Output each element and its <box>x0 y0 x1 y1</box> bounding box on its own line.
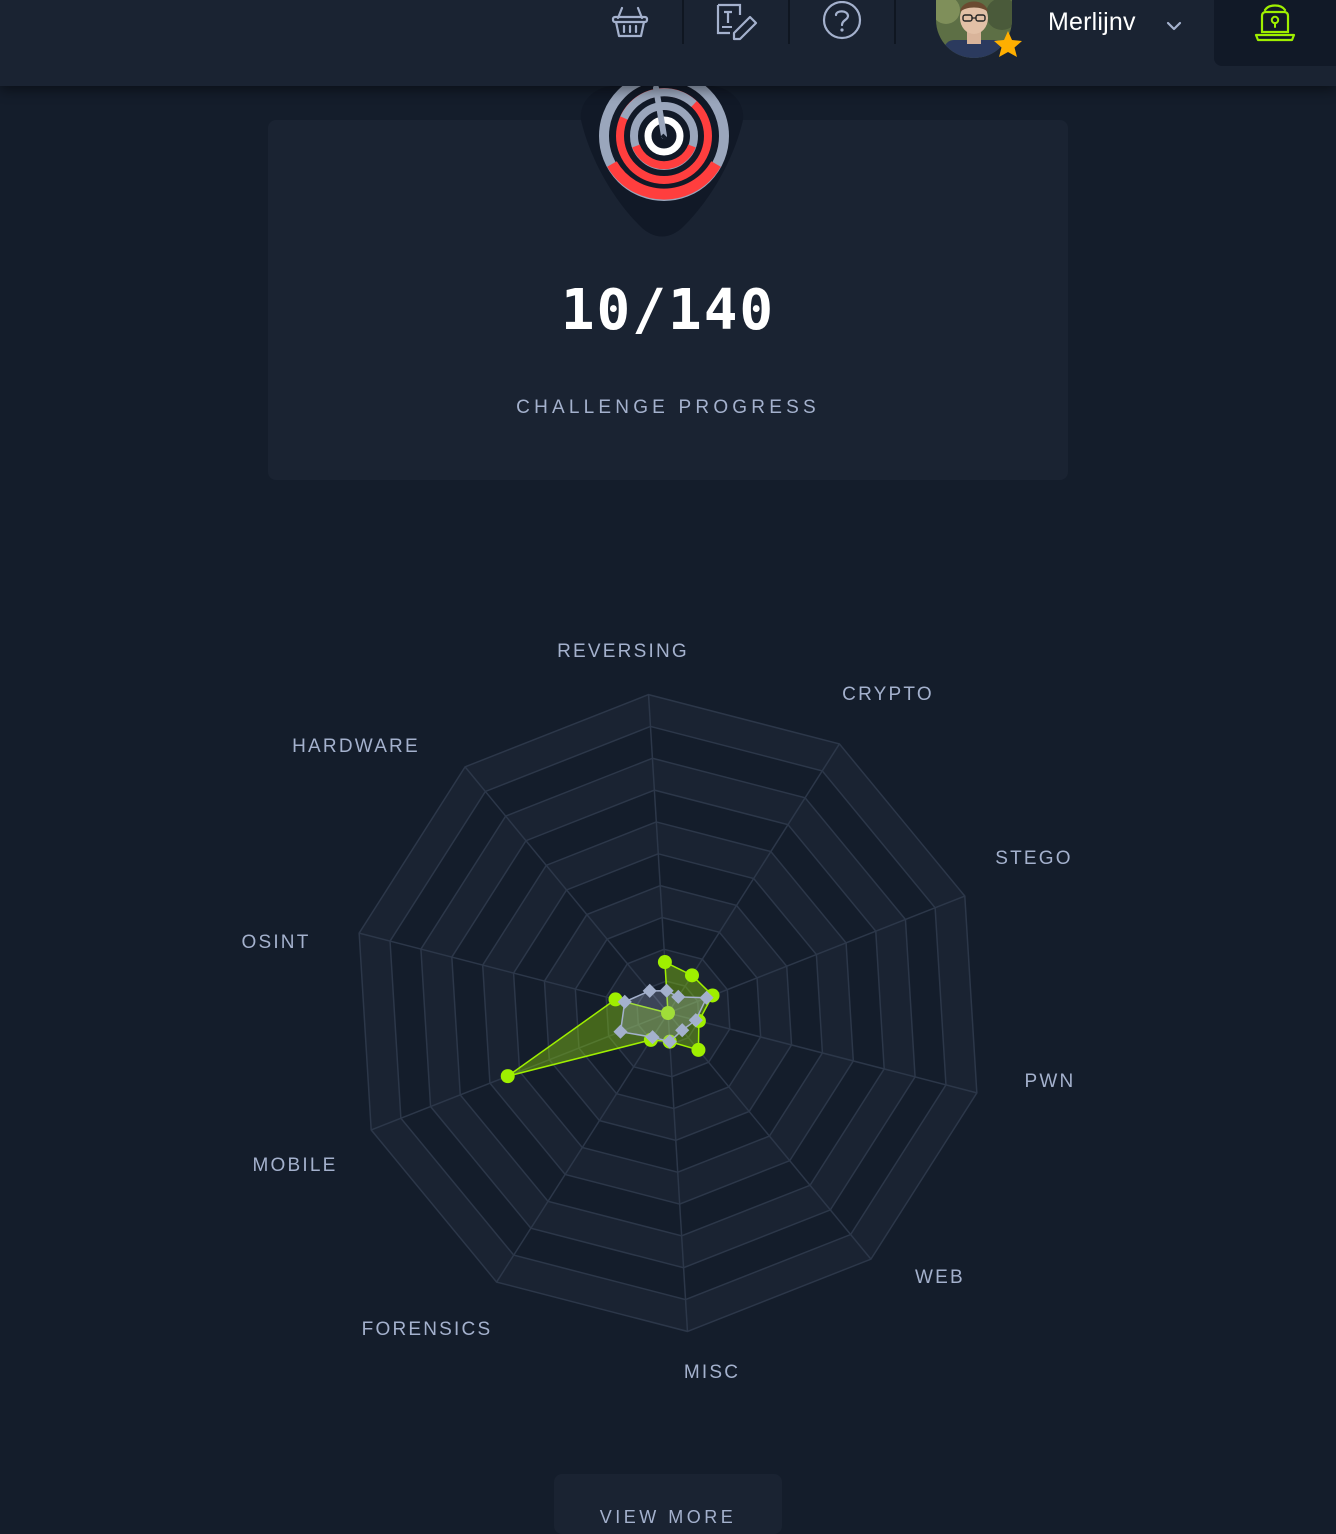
challenge-progress-value: 10/140 <box>560 278 776 343</box>
chevron-down-icon[interactable] <box>1164 18 1184 34</box>
radar-point <box>657 955 672 970</box>
view-more-button[interactable]: VIEW MORE <box>554 1474 782 1534</box>
nav-divider <box>894 0 896 44</box>
radar-axis-label: FORENSICS <box>362 1319 493 1340</box>
challenges-target-icon <box>580 86 744 237</box>
radar-axis-label: MOBILE <box>253 1155 338 1176</box>
category-radar-chart: REVERSING CRYPTO STEGO PWN WEB MISC FORENSICS M… <box>241 641 1076 1383</box>
vpn-connection-button[interactable] <box>1214 0 1336 66</box>
radar-point <box>691 1042 706 1057</box>
writeup-edit-icon[interactable] <box>700 0 772 44</box>
radar-axis-label: HARDWARE <box>292 736 420 757</box>
radar-axis-label: STEGO <box>995 848 1073 869</box>
radar-axis-label: WEB <box>915 1267 965 1288</box>
radar-axis-label: OSINT <box>241 932 310 953</box>
radar-axis-label: REVERSING <box>557 641 689 662</box>
top-navigation-bar: Merlijnv <box>0 0 1336 86</box>
basket-icon[interactable] <box>594 0 666 44</box>
radar-point <box>500 1069 515 1084</box>
help-icon[interactable] <box>806 0 878 44</box>
star-icon <box>994 31 1022 57</box>
nav-divider <box>788 0 790 44</box>
radar-point <box>684 968 699 983</box>
nav-divider <box>682 0 684 44</box>
vpn-laptop-icon <box>1254 4 1296 42</box>
radar-axis-label: MISC <box>684 1362 740 1383</box>
username[interactable]: Merlijnv <box>1048 8 1136 37</box>
challenge-progress-label: CHALLENGE PROGRESS <box>516 397 820 418</box>
radar-axis-label: PWN <box>1025 1071 1076 1092</box>
radar-axis-label: CRYPTO <box>842 684 934 705</box>
